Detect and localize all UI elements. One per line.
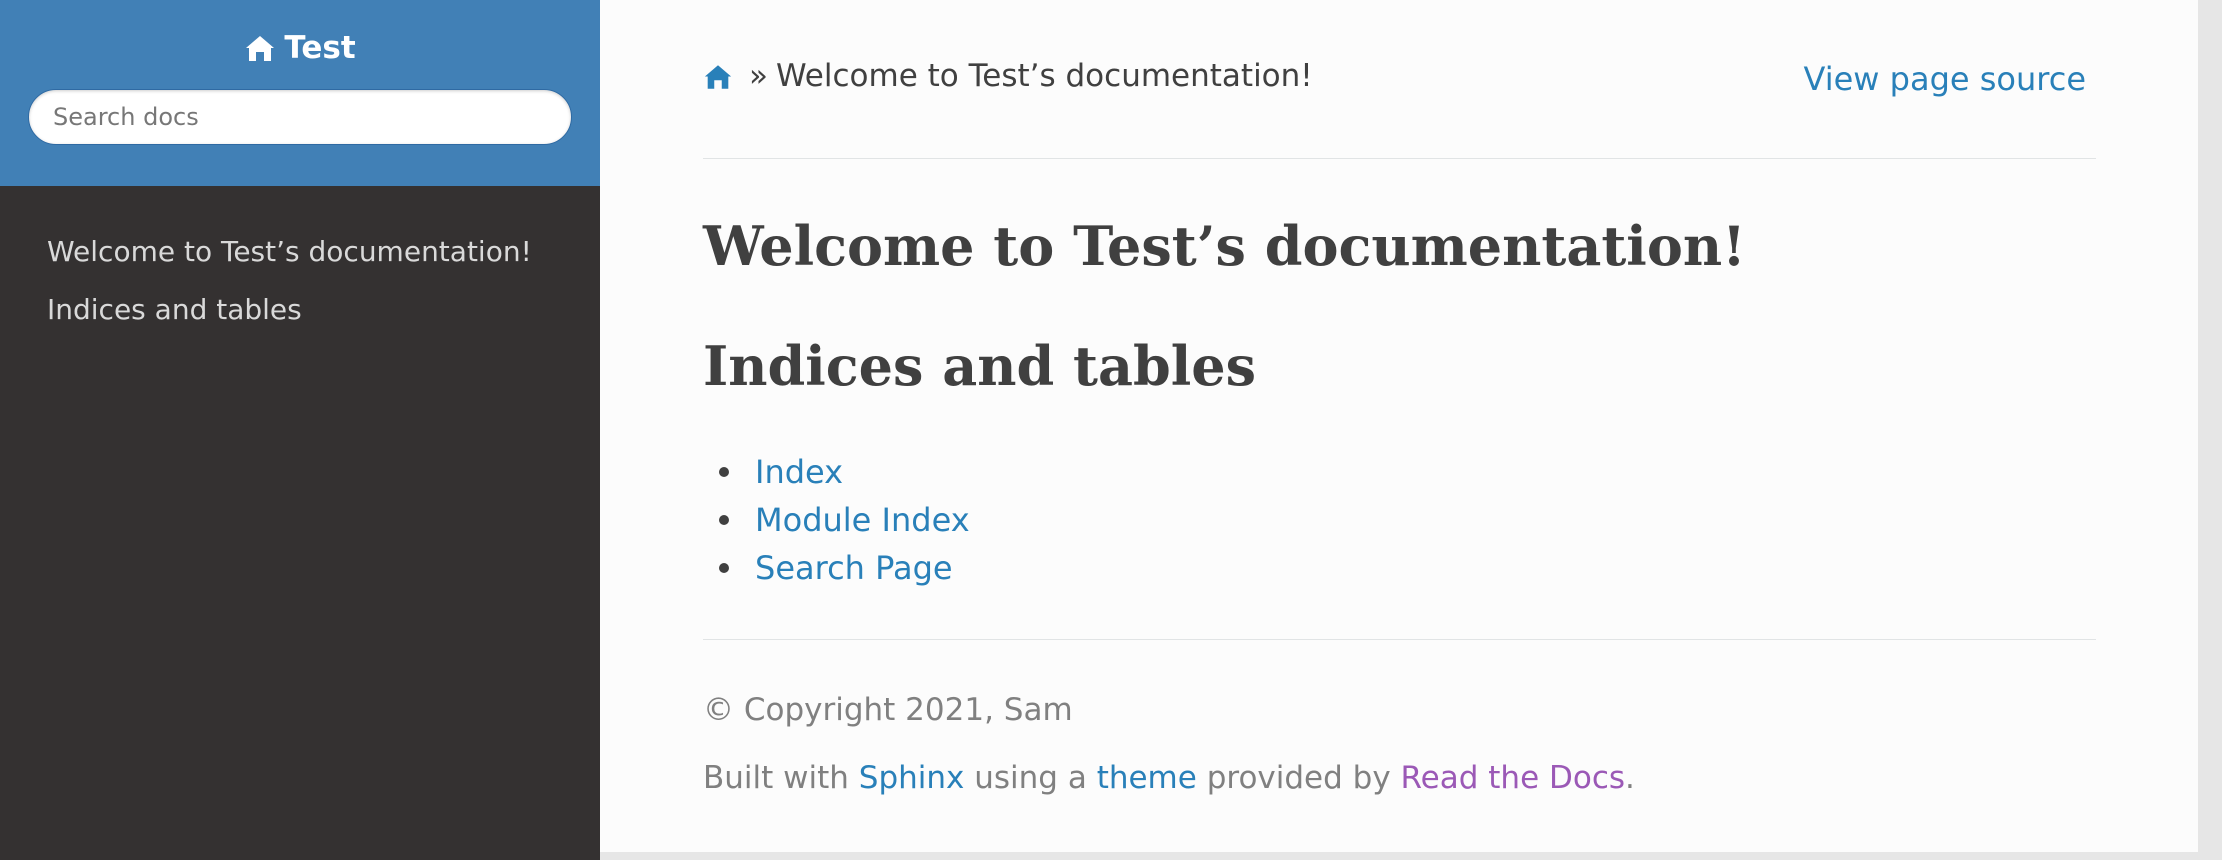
- list-item: Index: [703, 448, 970, 496]
- bottom-edge: [600, 852, 2222, 860]
- bullet: [719, 467, 729, 477]
- breadcrumb-current: Welcome to Test’s documentation!: [775, 58, 1313, 94]
- view-page-source-link[interactable]: View page source: [1804, 60, 2086, 98]
- sidebar-nav: Welcome to Test’s documentation! Indices…: [0, 186, 600, 339]
- read-the-docs-link[interactable]: Read the Docs: [1401, 760, 1626, 796]
- sidebar: Test Welcome to Test’s documentation! In…: [0, 0, 600, 860]
- search-page-link[interactable]: Search Page: [755, 549, 953, 587]
- module-index-link[interactable]: Module Index: [755, 501, 970, 539]
- bullet: [719, 563, 729, 573]
- breadcrumb-separator: »: [749, 58, 768, 94]
- project-name: Test: [284, 30, 356, 66]
- section-heading: Indices and tables: [703, 334, 1256, 398]
- list-item: Search Page: [703, 544, 970, 592]
- breadcrumb: » Welcome to Test’s documentation!: [703, 58, 1313, 94]
- indices-list: Index Module Index Search Page: [703, 448, 970, 592]
- provided-text: provided by: [1196, 760, 1401, 796]
- list-item: Module Index: [703, 496, 970, 544]
- project-home-link[interactable]: Test: [244, 30, 356, 66]
- scrollbar-track[interactable]: [2198, 0, 2222, 860]
- home-icon: [244, 34, 276, 62]
- bullet: [719, 515, 729, 525]
- sidebar-header: Test: [0, 0, 600, 186]
- main-content: » Welcome to Test’s documentation! View …: [600, 0, 2198, 852]
- copyright-text: © Copyright 2021, Sam: [703, 692, 1073, 728]
- period: .: [1625, 760, 1635, 796]
- footer-divider: [703, 639, 2096, 640]
- page-title: Welcome to Test’s documentation!: [703, 214, 1746, 278]
- sidebar-item-indices[interactable]: Indices and tables: [0, 281, 600, 339]
- search-input[interactable]: [28, 89, 572, 145]
- breadcrumb-home-icon[interactable]: [703, 63, 749, 90]
- using-text: using a: [964, 760, 1097, 796]
- sidebar-item-welcome[interactable]: Welcome to Test’s documentation!: [0, 223, 600, 281]
- sphinx-link[interactable]: Sphinx: [859, 760, 965, 796]
- theme-link[interactable]: theme: [1097, 760, 1197, 796]
- built-with-text: Built with Sphinx using a theme provided…: [703, 760, 1635, 796]
- index-link[interactable]: Index: [755, 453, 843, 491]
- built-prefix: Built with: [703, 760, 859, 796]
- divider: [703, 158, 2096, 159]
